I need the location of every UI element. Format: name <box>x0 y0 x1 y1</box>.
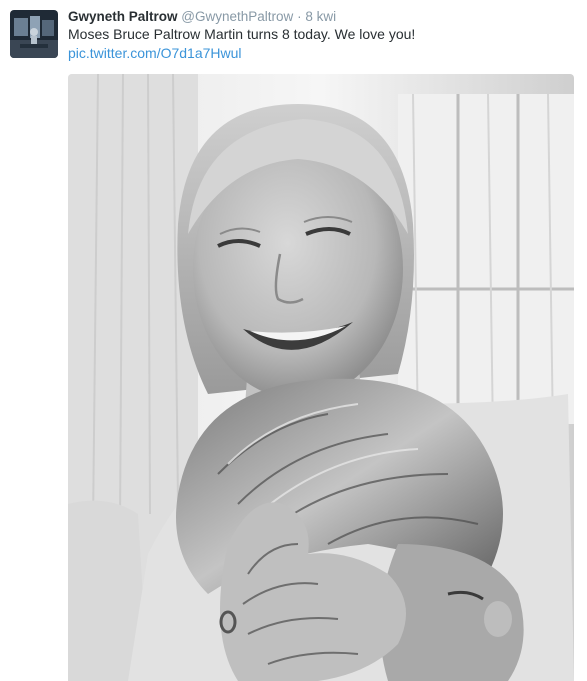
tweet-photo[interactable] <box>68 74 574 681</box>
tweet: Gwyneth Paltrow @GwynethPaltrow · 8 kwi … <box>0 0 587 681</box>
author-fullname[interactable]: Gwyneth Paltrow <box>68 9 178 24</box>
author-username[interactable]: @GwynethPaltrow <box>181 9 293 24</box>
photo-image <box>68 74 574 681</box>
tweet-timestamp[interactable]: 8 kwi <box>305 9 336 24</box>
tweet-header: Gwyneth Paltrow @GwynethPaltrow · 8 kwi <box>68 8 578 26</box>
tweet-text: Moses Bruce Paltrow Martin turns 8 today… <box>68 26 416 42</box>
header-separator: · <box>297 9 302 24</box>
profile-avatar[interactable] <box>10 10 58 58</box>
media-link[interactable]: pic.twitter.com/O7d1a7Hwul <box>68 44 242 63</box>
